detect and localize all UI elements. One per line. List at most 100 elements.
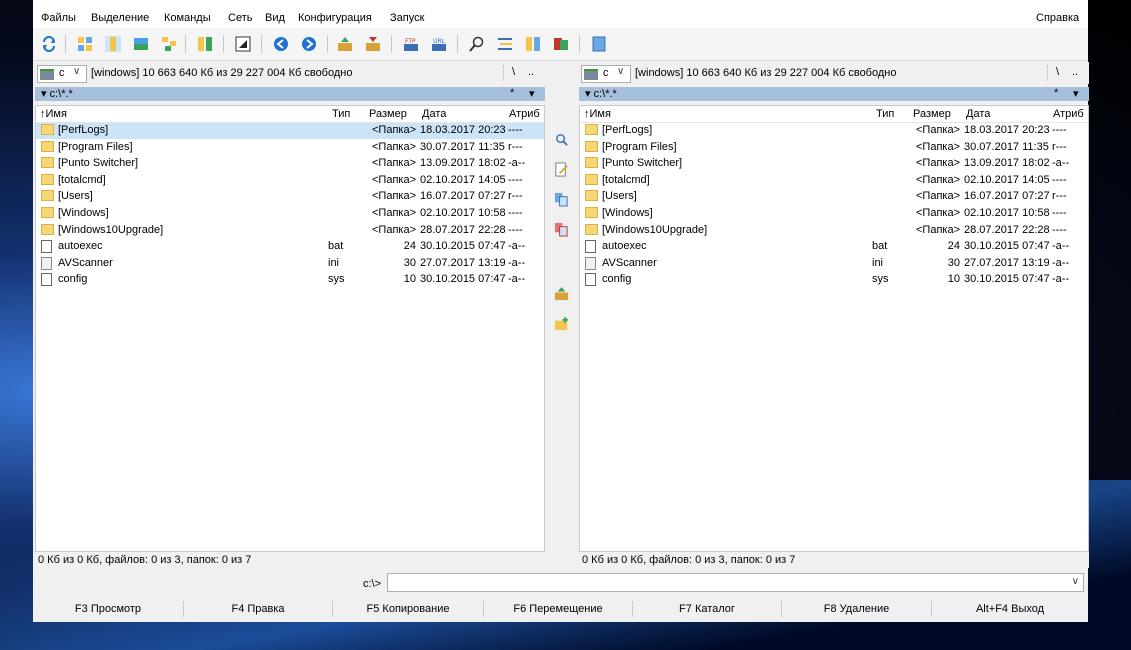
- file-row[interactable]: [Windows] <Папка> 02.10.2017 10:58 ----: [580, 206, 1088, 222]
- header-attr[interactable]: Атриб: [1053, 108, 1084, 120]
- pack-icon[interactable]: [337, 36, 353, 52]
- menu-network[interactable]: Сеть: [228, 12, 252, 24]
- f3-view-button[interactable]: F3 Просмотр: [33, 598, 183, 620]
- left-drive-select[interactable]: c ∨: [37, 65, 87, 83]
- forward-icon[interactable]: [301, 36, 317, 52]
- header-size[interactable]: Размер: [369, 108, 407, 120]
- command-line-input[interactable]: ∨: [387, 573, 1084, 592]
- header-name[interactable]: ↑Имя: [40, 108, 67, 120]
- file-row[interactable]: [Users] <Папка> 16.07.2017 07:27 r---: [36, 189, 544, 205]
- sort-icon[interactable]: [197, 36, 213, 52]
- parent-dir-button[interactable]: ..: [1072, 66, 1078, 78]
- edit-file-icon[interactable]: [554, 162, 569, 177]
- sync-dirs-icon[interactable]: [525, 36, 541, 52]
- move-files-icon[interactable]: [554, 222, 569, 237]
- file-size: <Папка>: [916, 190, 960, 203]
- root-dir-button[interactable]: \: [512, 66, 515, 78]
- file-row[interactable]: [totalcmd] <Папка> 02.10.2017 14:05 ----: [36, 173, 544, 189]
- file-row[interactable]: [PerfLogs] <Папка> 18.03.2017 20:23 ----: [36, 123, 544, 139]
- file-row[interactable]: [Users] <Папка> 16.07.2017 07:27 r---: [580, 189, 1088, 205]
- menu-files[interactable]: Файлы: [41, 12, 76, 24]
- f5-copy-button[interactable]: F5 Копирование: [333, 598, 483, 620]
- header-size[interactable]: Размер: [913, 108, 951, 120]
- header-date[interactable]: Дата: [422, 108, 446, 120]
- notebook-icon[interactable]: [591, 36, 607, 52]
- thumbnails-icon[interactable]: [133, 36, 149, 52]
- file-name: [totalcmd]: [602, 173, 650, 186]
- chevron-down-icon[interactable]: ∨: [1072, 576, 1079, 587]
- folder-icon: [585, 157, 598, 169]
- folder-icon: [585, 207, 598, 218]
- view-file-icon[interactable]: [554, 132, 569, 147]
- right-path-bar[interactable]: ▾ c:\*.* * ▾: [579, 87, 1089, 101]
- vertical-button-bar: [546, 118, 576, 348]
- drive-icon: [40, 69, 54, 80]
- column-headers: ↑Имя Тип Размер Дата Атриб: [36, 106, 544, 123]
- ftp-icon[interactable]: FTP: [403, 36, 419, 52]
- altf4-exit-button[interactable]: Alt+F4 Выход: [932, 598, 1088, 620]
- menu-help[interactable]: Справка: [1036, 12, 1079, 24]
- history-dropdown-icon[interactable]: ▾: [529, 87, 535, 100]
- header-ext[interactable]: Тип: [332, 108, 350, 120]
- title-bar: [33, 0, 1088, 8]
- url-icon[interactable]: URL: [431, 36, 447, 52]
- file-row[interactable]: [Windows10Upgrade] <Папка> 28.07.2017 22:2…: [36, 223, 544, 239]
- file-row[interactable]: config sys 10 30.10.2015 07:47 -a--: [580, 272, 1088, 288]
- f4-edit-button[interactable]: F4 Правка: [184, 598, 332, 620]
- copy-files-icon[interactable]: [554, 192, 569, 207]
- file-row[interactable]: config sys 10 30.10.2015 07:47 -a--: [36, 272, 544, 288]
- file-row[interactable]: [Windows10Upgrade] <Папка> 28.07.2017 22:2…: [580, 223, 1088, 239]
- file-row[interactable]: AVScanner ini 30 27.07.2017 13:19 -a--: [580, 256, 1088, 272]
- menu-selection[interactable]: Выделение: [91, 12, 149, 24]
- f6-move-button[interactable]: F6 Перемещение: [484, 598, 632, 620]
- menu-view[interactable]: Вид: [265, 12, 285, 24]
- file-date: 30.10.2015 07:47: [964, 273, 1050, 286]
- back-icon[interactable]: [273, 36, 289, 52]
- menu-commands[interactable]: Команды: [164, 12, 211, 24]
- file-row[interactable]: [Windows] <Папка> 02.10.2017 10:58 ----: [36, 206, 544, 222]
- full-view-icon[interactable]: [105, 36, 121, 52]
- file-row[interactable]: autoexec bat 24 30.10.2015 07:47 -a--: [580, 239, 1088, 255]
- file-row[interactable]: [PerfLogs] <Папка> 18.03.2017 20:23 ----: [580, 123, 1088, 139]
- right-drive-select[interactable]: c ∨: [581, 65, 631, 83]
- refresh-icon[interactable]: [41, 36, 57, 52]
- left-path-bar[interactable]: ▾ c:\*.* * ▾: [35, 87, 545, 101]
- parent-dir-button[interactable]: ..: [528, 66, 534, 78]
- file-date: 27.07.2017 13:19: [964, 256, 1050, 269]
- multi-rename-icon[interactable]: [497, 36, 513, 52]
- settings-file-icon: [585, 256, 596, 270]
- root-dir-button[interactable]: \: [1056, 66, 1059, 78]
- filter-label[interactable]: *: [510, 87, 514, 99]
- header-ext[interactable]: Тип: [876, 108, 894, 120]
- menu-configuration[interactable]: Конфигурация: [298, 12, 372, 24]
- left-file-list[interactable]: ↑Имя Тип Размер Дата Атриб [PerfLogs] <Па…: [35, 105, 545, 552]
- file-row[interactable]: [totalcmd] <Папка> 02.10.2017 14:05 ----: [580, 173, 1088, 189]
- file-row[interactable]: [Program Files] <Папка> 30.07.2017 11:35 r-…: [580, 140, 1088, 156]
- unpack-icon[interactable]: [365, 36, 381, 52]
- new-folder-icon[interactable]: [554, 316, 569, 331]
- menu-launch[interactable]: Запуск: [390, 12, 424, 24]
- header-date[interactable]: Дата: [966, 108, 990, 120]
- pack-files-icon[interactable]: [554, 286, 569, 301]
- right-file-list[interactable]: ↑Имя Тип Размер Дата Атриб [PerfLogs] <Па…: [579, 105, 1089, 552]
- notepad-icon[interactable]: [553, 36, 569, 52]
- file-row[interactable]: AVScanner ini 30 27.07.2017 13:19 -a--: [36, 256, 544, 272]
- header-name[interactable]: ↑Имя: [584, 108, 611, 120]
- filter-label[interactable]: *: [1054, 87, 1058, 99]
- f7-mkdir-button[interactable]: F7 Каталог: [633, 598, 781, 620]
- invert-selection-icon[interactable]: [235, 36, 251, 52]
- file-row[interactable]: autoexec bat 24 30.10.2015 07:47 -a--: [36, 239, 544, 255]
- file-name: config: [58, 273, 88, 286]
- tree-view-icon[interactable]: [161, 36, 177, 52]
- header-attr[interactable]: Атриб: [509, 108, 540, 120]
- search-icon[interactable]: [469, 36, 485, 52]
- toolbar-separator: [391, 35, 392, 53]
- file-row[interactable]: [Program Files] <Папка> 30.07.2017 11:35 r-…: [36, 140, 544, 156]
- history-dropdown-icon[interactable]: ▾: [1073, 87, 1079, 100]
- folder-icon: [585, 140, 598, 152]
- f8-delete-button[interactable]: F8 Удаление: [782, 598, 931, 620]
- file-row[interactable]: [Punto Switcher] <Папка> 13.09.2017 18:02-…: [580, 156, 1088, 172]
- file-attr: ----: [508, 124, 523, 136]
- brief-view-icon[interactable]: [77, 36, 93, 52]
- file-row[interactable]: [Punto Switcher] <Папка> 13.09.2017 18:02-…: [36, 156, 544, 172]
